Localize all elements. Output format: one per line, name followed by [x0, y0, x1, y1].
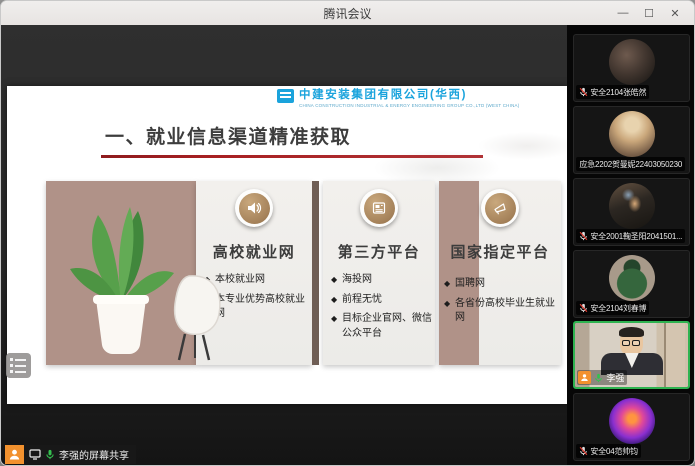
- bullet-item: ◆ 国聘网: [444, 277, 558, 292]
- card-bullets: ◆ 国聘网 ◆ 各省份高校毕业生就业网: [444, 277, 558, 331]
- participant-nametag: 安全2001鞠圣阳2041501...: [576, 229, 685, 243]
- participant-nametag: 安全2104刘春博: [576, 301, 649, 315]
- slide-title: 一、就业信息渠道精准获取: [105, 122, 351, 149]
- avatar: [609, 39, 655, 85]
- maximize-button[interactable]: ☐: [636, 1, 662, 25]
- screen-share-icon: [29, 449, 41, 460]
- share-status-chip: 李强的屏幕共享: [24, 445, 136, 464]
- chair-illustration: [169, 274, 225, 362]
- share-status-bar[interactable]: 李强的屏幕共享: [5, 445, 136, 464]
- bullet-item: ◆ 前程无忧: [331, 293, 432, 308]
- participant-tile[interactable]: 安全2104刘春博: [573, 250, 690, 318]
- muted-mic-icon: [579, 87, 588, 97]
- speaker-video-person: [597, 329, 667, 375]
- participant-nametag: 应急2202贺曼妮22403050230: [576, 157, 685, 171]
- annotation-list-button[interactable]: [6, 353, 31, 378]
- avatar: [609, 398, 655, 444]
- avatar: [609, 111, 655, 157]
- window-title: 腾讯会议: [323, 5, 371, 22]
- bullet-item: ◆ 各省份高校毕业生就业网: [444, 297, 558, 326]
- window-controls: — ☐ ✕: [610, 1, 688, 25]
- card-bullets: ◆ 海投网 ◆ 前程无忧 ◆ 目标企业官网、微信公众平台: [331, 273, 432, 346]
- list-icon: [10, 358, 31, 361]
- company-logo: 中建安装集团有限公司(华西) CHINA CONSTRUCTION INDUST…: [277, 89, 519, 108]
- document-icon: [360, 189, 398, 227]
- panel-accent-strip: [439, 181, 479, 365]
- active-mic-icon: [594, 373, 603, 383]
- avatar: [609, 255, 655, 301]
- tencent-meeting-window: 腾讯会议 — ☐ ✕ 中建安装集团有限公司(华西) CHINA CONSTRUC…: [0, 0, 695, 466]
- muted-mic-icon: [579, 303, 588, 313]
- bullet-item: ◆ 海投网: [331, 273, 432, 288]
- participant-tile[interactable]: 安全2104张皓然: [573, 34, 690, 102]
- close-button[interactable]: ✕: [662, 1, 688, 25]
- channel-card-national: 国家指定平台 ◆ 国聘网 ◆ 各省份高校毕业生就业网: [439, 181, 561, 365]
- avatar: [609, 183, 655, 229]
- megaphone-icon: [481, 189, 519, 227]
- bullet-item: ◆ 目标企业官网、微信公众平台: [331, 312, 432, 341]
- participant-tile[interactable]: 应急2202贺曼妮22403050230: [573, 106, 690, 174]
- participant-nametag: 李强: [577, 370, 627, 385]
- company-name-en: CHINA CONSTRUCTION INDUSTRIAL & ENERGY E…: [299, 103, 519, 108]
- minimize-button[interactable]: —: [610, 1, 636, 25]
- participant-nametag: 安全2104张皓然: [576, 85, 649, 99]
- channel-card-thirdparty: 第三方平台 ◆ 海投网 ◆ 前程无忧 ◆ 目标企业官网、微信公众平台: [323, 181, 435, 365]
- participant-nametag: 安全04范帅钧: [576, 444, 641, 458]
- card-heading: 第三方平台: [323, 241, 435, 262]
- host-icon: [578, 371, 591, 384]
- title-underline: [101, 155, 483, 158]
- window-titlebar: 腾讯会议 — ☐ ✕: [1, 1, 694, 25]
- participant-tile-active-speaker[interactable]: 李强: [573, 321, 690, 389]
- meeting-body: 中建安装集团有限公司(华西) CHINA CONSTRUCTION INDUST…: [1, 25, 694, 465]
- company-name-cn: 中建安装集团有限公司(华西): [299, 89, 519, 102]
- presentation-slide: 中建安装集团有限公司(华西) CHINA CONSTRUCTION INDUST…: [7, 86, 567, 404]
- door-background: [664, 323, 685, 387]
- muted-mic-icon: [579, 446, 588, 456]
- card-heading: 国家指定平台: [439, 241, 561, 262]
- active-mic-icon: [45, 449, 55, 460]
- screen-share-stage: 中建安装集团有限公司(华西) CHINA CONSTRUCTION INDUST…: [1, 25, 567, 465]
- participant-tile[interactable]: 安全2001鞠圣阳2041501...: [573, 178, 690, 246]
- muted-mic-icon: [579, 231, 588, 241]
- card-heading: 高校就业网: [196, 241, 312, 262]
- company-logo-icon: [277, 89, 294, 103]
- speaker-icon: [235, 189, 273, 227]
- host-icon: [5, 445, 24, 464]
- share-status-label: 李强的屏幕共享: [59, 447, 129, 462]
- participant-tile[interactable]: 安全04范帅钧: [573, 393, 690, 461]
- participants-sidebar: 安全2104张皓然 应急2202贺曼妮22403050230: [567, 25, 694, 465]
- panel-divider: [312, 181, 319, 365]
